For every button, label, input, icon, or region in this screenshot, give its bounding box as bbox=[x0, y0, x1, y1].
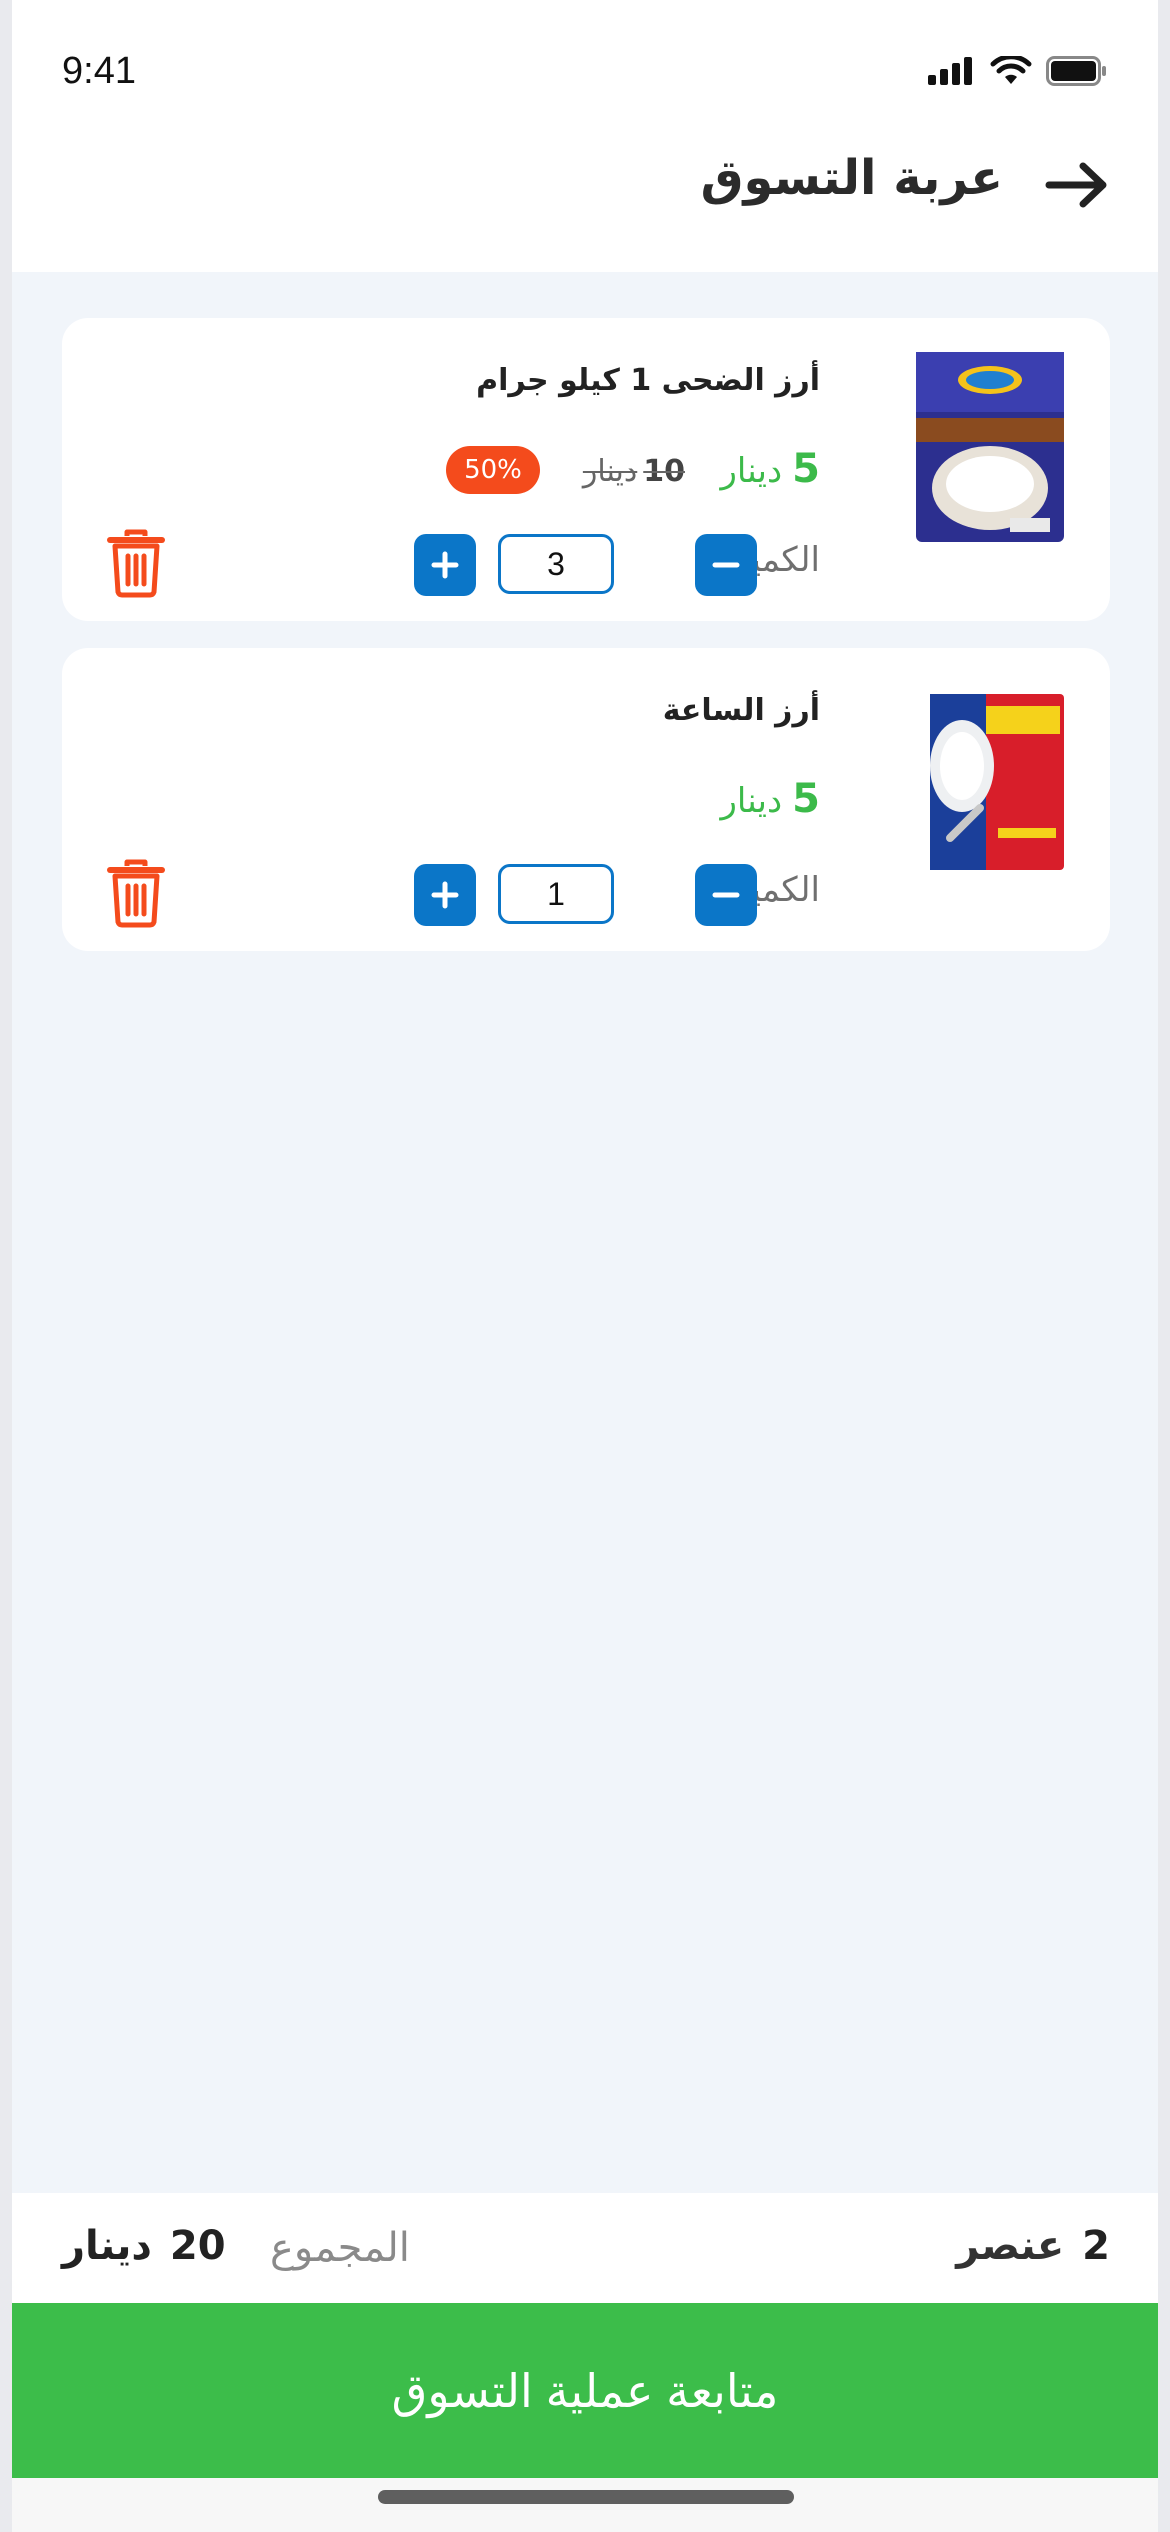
product-name: أرز الساعة bbox=[662, 693, 820, 728]
minus-icon bbox=[712, 562, 740, 568]
page-title: عربة التسوق bbox=[700, 150, 1003, 206]
battery-icon bbox=[1046, 56, 1106, 86]
items-count-label: عنصر bbox=[956, 2223, 1065, 2269]
plus-icon bbox=[431, 881, 459, 909]
product-image bbox=[930, 694, 1064, 870]
quantity-input[interactable]: 1 bbox=[498, 864, 614, 924]
plus-icon bbox=[431, 551, 459, 579]
signal-icon bbox=[928, 57, 972, 85]
product-name: أرز الضحى 1 كيلو جرام bbox=[476, 363, 820, 398]
wifi-icon bbox=[990, 56, 1032, 84]
old-price: 10دينار bbox=[583, 454, 685, 489]
app-screen: 9:41 عربة التسوق أرز الضحى 1 كيلو جرام 5… bbox=[12, 0, 1158, 2532]
arrow-right-icon[interactable] bbox=[1043, 160, 1113, 210]
increase-quantity-button[interactable] bbox=[414, 534, 476, 596]
total-currency: دينار bbox=[62, 2223, 152, 2269]
price-currency: دينار bbox=[720, 451, 783, 491]
price-value: 5 bbox=[792, 776, 820, 822]
decrease-quantity-button[interactable] bbox=[695, 534, 757, 596]
cart-summary: 2 عنصر المجموع 20 دينار bbox=[12, 2193, 1158, 2303]
product-price: 5 دينار bbox=[721, 776, 821, 822]
top-bar: 9:41 عربة التسوق bbox=[12, 0, 1158, 272]
status-icons bbox=[928, 56, 1108, 86]
checkout-button[interactable]: متابعة عملية التسوق bbox=[12, 2303, 1158, 2478]
total-value: 20 دينار bbox=[62, 2223, 226, 2269]
discount-badge: 50% bbox=[446, 446, 540, 494]
product-image bbox=[916, 352, 1064, 542]
cart-item: أرز الساعة 5 دينار الكمية 1 bbox=[62, 648, 1110, 951]
trash-icon[interactable] bbox=[107, 528, 165, 598]
trash-icon[interactable] bbox=[107, 858, 165, 928]
old-price-value: 10 bbox=[643, 454, 685, 489]
price-value: 5 bbox=[792, 446, 820, 492]
old-price-currency: دينار bbox=[582, 454, 638, 489]
minus-icon bbox=[712, 892, 740, 898]
increase-quantity-button[interactable] bbox=[414, 864, 476, 926]
product-price: 5 دينار bbox=[721, 446, 821, 492]
total-amount: 20 bbox=[169, 2223, 226, 2269]
bottom-safe-area bbox=[12, 2478, 1158, 2532]
items-count: 2 عنصر bbox=[956, 2223, 1110, 2269]
status-time: 9:41 bbox=[62, 50, 136, 92]
items-count-value: 2 bbox=[1082, 2223, 1110, 2269]
total-label: المجموع bbox=[270, 2225, 410, 2271]
cart-item: أرز الضحى 1 كيلو جرام 5 دينار 10دينار 50… bbox=[62, 318, 1110, 621]
price-currency: دينار bbox=[720, 781, 783, 821]
home-indicator bbox=[378, 2490, 794, 2504]
decrease-quantity-button[interactable] bbox=[695, 864, 757, 926]
quantity-input[interactable]: 3 bbox=[498, 534, 614, 594]
